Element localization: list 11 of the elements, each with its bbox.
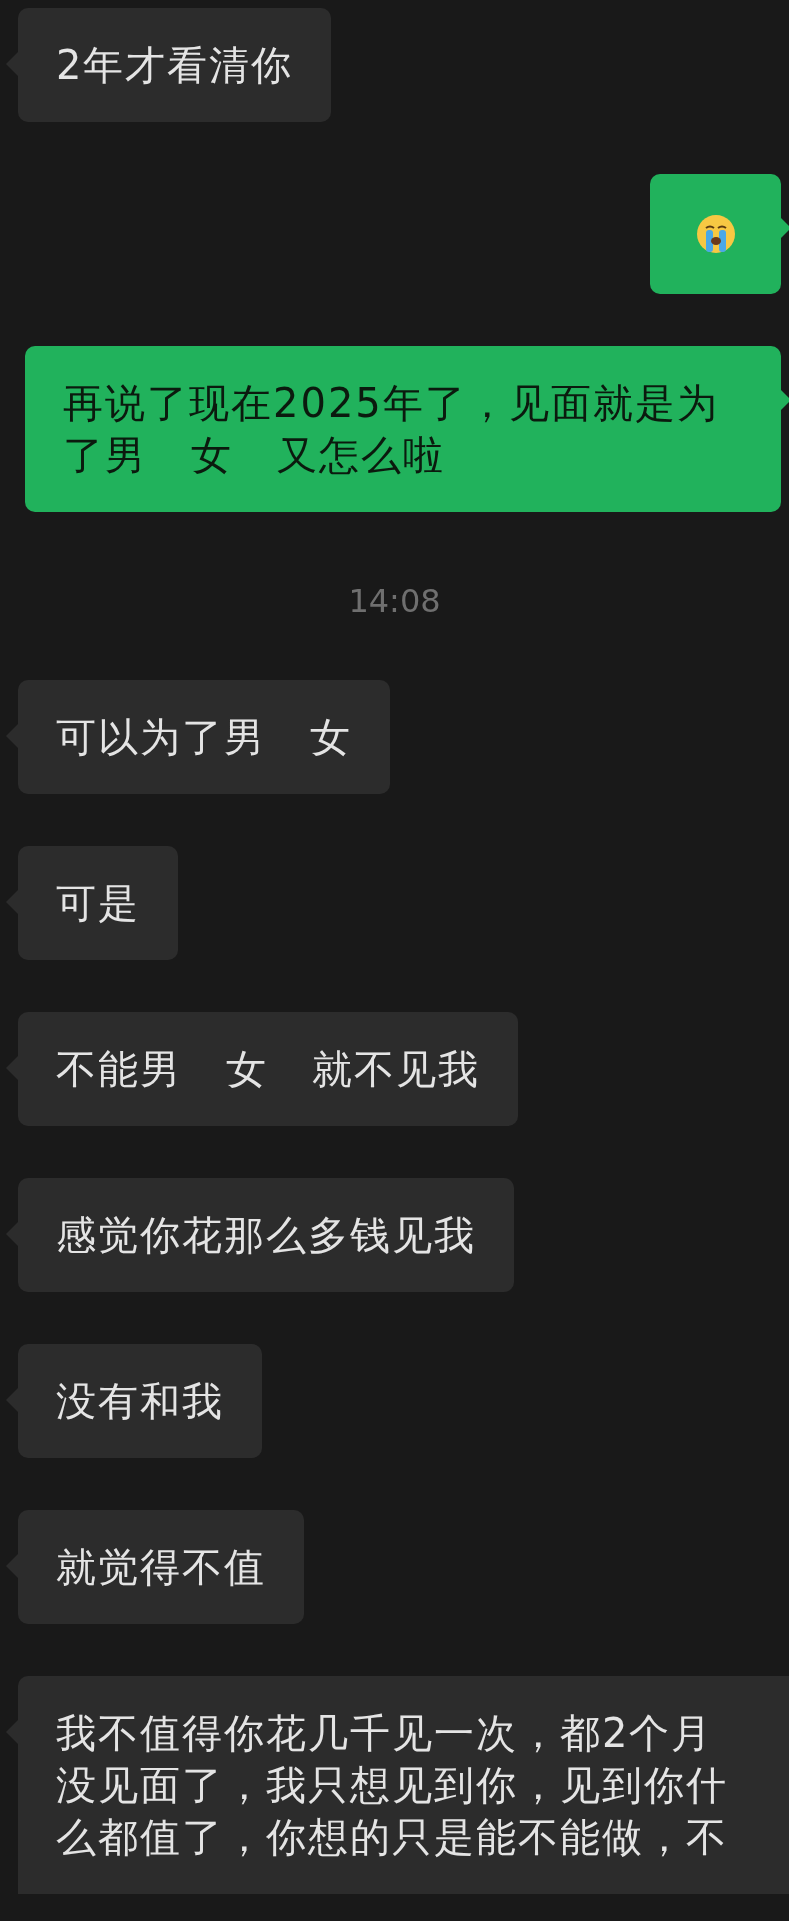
message-bubble: 可是 <box>18 846 178 960</box>
message-bubble: 没有和我 <box>18 1344 262 1458</box>
crying-face-icon <box>694 213 737 255</box>
message-bubble: 2年才看清你 <box>18 8 332 122</box>
message-bubble: 我不值得你花几千见一次，都2个月没见面了，我只想见到你，见到你什么都值了，你想的只是能不能做，不 <box>18 1676 789 1894</box>
message-bubble: 不能男 女 就不见我 <box>18 1012 519 1126</box>
message-bubble: 再说了现在2025年了，见面就是为了男 女 又怎么啦 <box>25 346 781 512</box>
timestamp: 14:08 <box>348 582 441 620</box>
message-bubble: 感觉你花那么多钱见我 <box>18 1178 514 1292</box>
message-bubble: 可以为了男 女 <box>18 680 391 794</box>
message-bubble: 就觉得不值 <box>18 1510 304 1624</box>
